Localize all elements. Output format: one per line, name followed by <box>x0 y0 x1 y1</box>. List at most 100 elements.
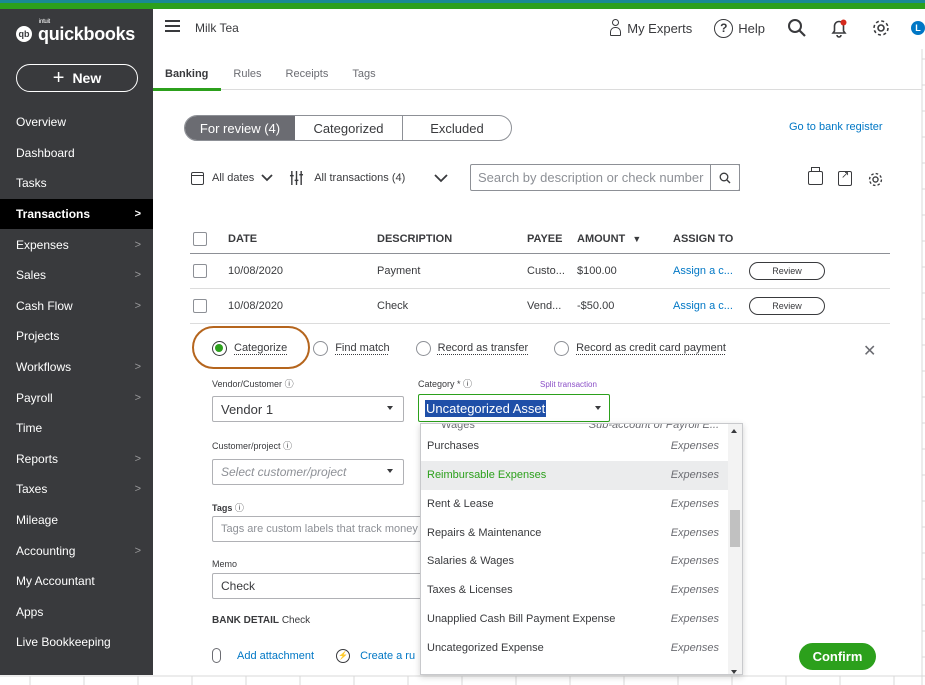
tags-label-text: Tags <box>212 503 233 513</box>
sidebar-item-label: Projects <box>16 329 60 344</box>
dropdown-scrollbar[interactable] <box>728 424 742 674</box>
settings-gear-icon[interactable] <box>867 171 884 188</box>
close-icon[interactable]: ✕ <box>863 341 876 361</box>
option-categorize[interactable]: Categorize <box>212 340 287 356</box>
chevron-right-icon: > <box>134 483 141 496</box>
tab-banking[interactable]: Banking <box>152 60 222 91</box>
help-button[interactable]: ? Help <box>714 18 765 38</box>
sidebar-item-reports[interactable]: Reports > <box>0 444 153 475</box>
sidebar-item-tasks[interactable]: Tasks <box>0 168 153 199</box>
list-item[interactable]: Repairs & Maintenance Expenses <box>421 518 742 547</box>
list-item-partial[interactable]: Wages Sub-account of Payroll E... <box>421 424 742 432</box>
col-assign-to[interactable]: ASSIGN TO <box>673 233 749 245</box>
table-row[interactable]: 10/08/2020 Payment Custo... $100.00 Assign a… <box>190 254 890 289</box>
go-to-bank-register-link[interactable]: Go to bank register <box>789 121 883 133</box>
tab-receipts[interactable]: Receipts <box>286 60 329 91</box>
search-button[interactable] <box>787 18 807 38</box>
search-input[interactable]: Search by description or check number <box>470 164 740 191</box>
tab-tags[interactable]: Tags <box>352 60 375 91</box>
tab-excluded[interactable]: Excluded <box>403 116 511 140</box>
radio-button[interactable] <box>313 340 329 356</box>
option-record-as-transfer[interactable]: Record as transfer <box>415 340 528 356</box>
col-payee[interactable]: PAYEE <box>527 233 577 245</box>
list-item[interactable]: Purchases Expenses <box>421 432 742 461</box>
sidebar-item-accounting[interactable]: Accounting > <box>0 535 153 566</box>
sidebar-item-live-bookkeeping[interactable]: Live Bookkeeping <box>0 627 153 658</box>
sidebar-item-my-accountant[interactable]: My Accountant <box>0 566 153 597</box>
sidebar-item-label: Workflows <box>16 360 72 375</box>
export-icon[interactable] <box>838 170 852 186</box>
confirm-button[interactable]: Confirm <box>799 643 876 670</box>
sidebar-item-time[interactable]: Time <box>0 413 153 444</box>
sidebar-item-workflows[interactable]: Workflows > <box>0 352 153 383</box>
radio-button[interactable] <box>554 340 570 356</box>
vendor-select[interactable]: Vendor 1 <box>212 396 404 422</box>
my-experts-button[interactable]: My Experts <box>608 19 692 37</box>
row-checkbox[interactable] <box>193 264 207 278</box>
notifications-button[interactable] <box>829 18 849 38</box>
select-all-checkbox[interactable] <box>193 231 207 246</box>
review-button[interactable]: Review <box>749 262 825 280</box>
sidebar-item-cash-flow[interactable]: Cash Flow > <box>0 291 153 322</box>
sidebar-item-sales[interactable]: Sales > <box>0 260 153 291</box>
quickbooks-logo[interactable]: qb intuit quickbooks <box>16 19 135 49</box>
list-item[interactable]: Taxes & Licenses Expenses <box>421 576 742 605</box>
chevron-down-icon[interactable] <box>433 173 449 183</box>
search-submit-button[interactable] <box>710 164 740 191</box>
row-assign-link[interactable]: Assign a c... <box>673 300 749 312</box>
table-row[interactable]: 10/08/2020 Check Vend... -$50.00 Assign a c.… <box>190 289 890 324</box>
sidebar-item-overview[interactable]: Overview <box>0 107 153 138</box>
list-item[interactable]: Uncategorized Expense Expenses <box>421 633 742 662</box>
sidebar-item-projects[interactable]: Projects <box>0 321 153 352</box>
list-item[interactable]: Reimbursable Expenses Expenses <box>421 460 742 490</box>
split-transaction-link[interactable]: Split transaction <box>540 380 597 389</box>
tab-categorized[interactable]: Categorized <box>295 116 403 140</box>
col-date[interactable]: DATE <box>228 233 377 245</box>
tab-rules[interactable]: Rules <box>233 60 261 91</box>
chevron-down-icon[interactable] <box>260 173 274 183</box>
sidebar-item-transactions[interactable]: Transactions > <box>0 198 153 230</box>
info-icon: ⓘ <box>283 441 293 451</box>
new-button[interactable]: + New <box>16 64 138 92</box>
add-attachment-link[interactable]: Add attachment <box>237 650 314 662</box>
search-icon <box>788 19 806 37</box>
date-filter[interactable]: All dates <box>212 172 254 184</box>
category-select[interactable]: Uncategorized Asset <box>418 394 610 422</box>
list-item[interactable]: Unapplied Cash Bill Payment Expense Expen… <box>421 605 742 634</box>
print-icon[interactable] <box>808 167 823 185</box>
filter-sliders-icon[interactable] <box>289 171 304 185</box>
memo-input[interactable]: Check <box>212 573 427 599</box>
user-avatar[interactable]: L <box>911 21 925 35</box>
info-icon: ⓘ <box>463 379 473 389</box>
hamburger-menu-icon[interactable] <box>165 20 180 32</box>
row-checkbox[interactable] <box>193 299 207 313</box>
col-description[interactable]: DESCRIPTION <box>377 233 527 245</box>
scrollbar-thumb[interactable] <box>730 510 740 547</box>
settings-button[interactable] <box>871 18 891 38</box>
sidebar-item-mileage[interactable]: Mileage <box>0 505 153 536</box>
option-find-match[interactable]: Find match <box>313 340 390 356</box>
match-options: Categorize Find match Record as transfer Re… <box>190 323 890 373</box>
row-assign-link[interactable]: Assign a c... <box>673 265 749 277</box>
review-button[interactable]: Review <box>749 297 825 315</box>
sidebar-item-taxes[interactable]: Taxes > <box>0 474 153 505</box>
customer-project-select[interactable]: Select customer/project <box>212 459 404 485</box>
radio-button[interactable] <box>212 340 227 356</box>
option-record-as-credit-card-payment[interactable]: Record as credit card payment <box>554 340 726 356</box>
tab-for-review[interactable]: For review (4) <box>185 116 295 140</box>
radio-button[interactable] <box>415 340 431 356</box>
sidebar-item-apps[interactable]: Apps <box>0 597 153 628</box>
sidebar-item-dashboard[interactable]: Dashboard <box>0 138 153 169</box>
transactions-filter[interactable]: All transactions (4) <box>314 172 405 184</box>
list-item[interactable]: Salaries & Wages Expenses <box>421 547 742 576</box>
category-label: Category * ⓘ <box>418 377 472 390</box>
scroll-up-arrow-icon[interactable] <box>731 429 737 433</box>
sidebar-item-payroll[interactable]: Payroll > <box>0 382 153 413</box>
row-date: 10/08/2020 <box>228 265 284 277</box>
scroll-down-arrow-icon[interactable] <box>731 670 737 674</box>
list-item[interactable]: Rent & Lease Expenses <box>421 490 742 519</box>
col-amount[interactable]: AMOUNT ▼ <box>577 233 673 245</box>
create-rule-link[interactable]: Create a ru <box>360 650 415 662</box>
sidebar-item-expenses[interactable]: Expenses > <box>0 229 153 260</box>
tags-input[interactable]: Tags are custom labels that track money <box>212 516 427 542</box>
